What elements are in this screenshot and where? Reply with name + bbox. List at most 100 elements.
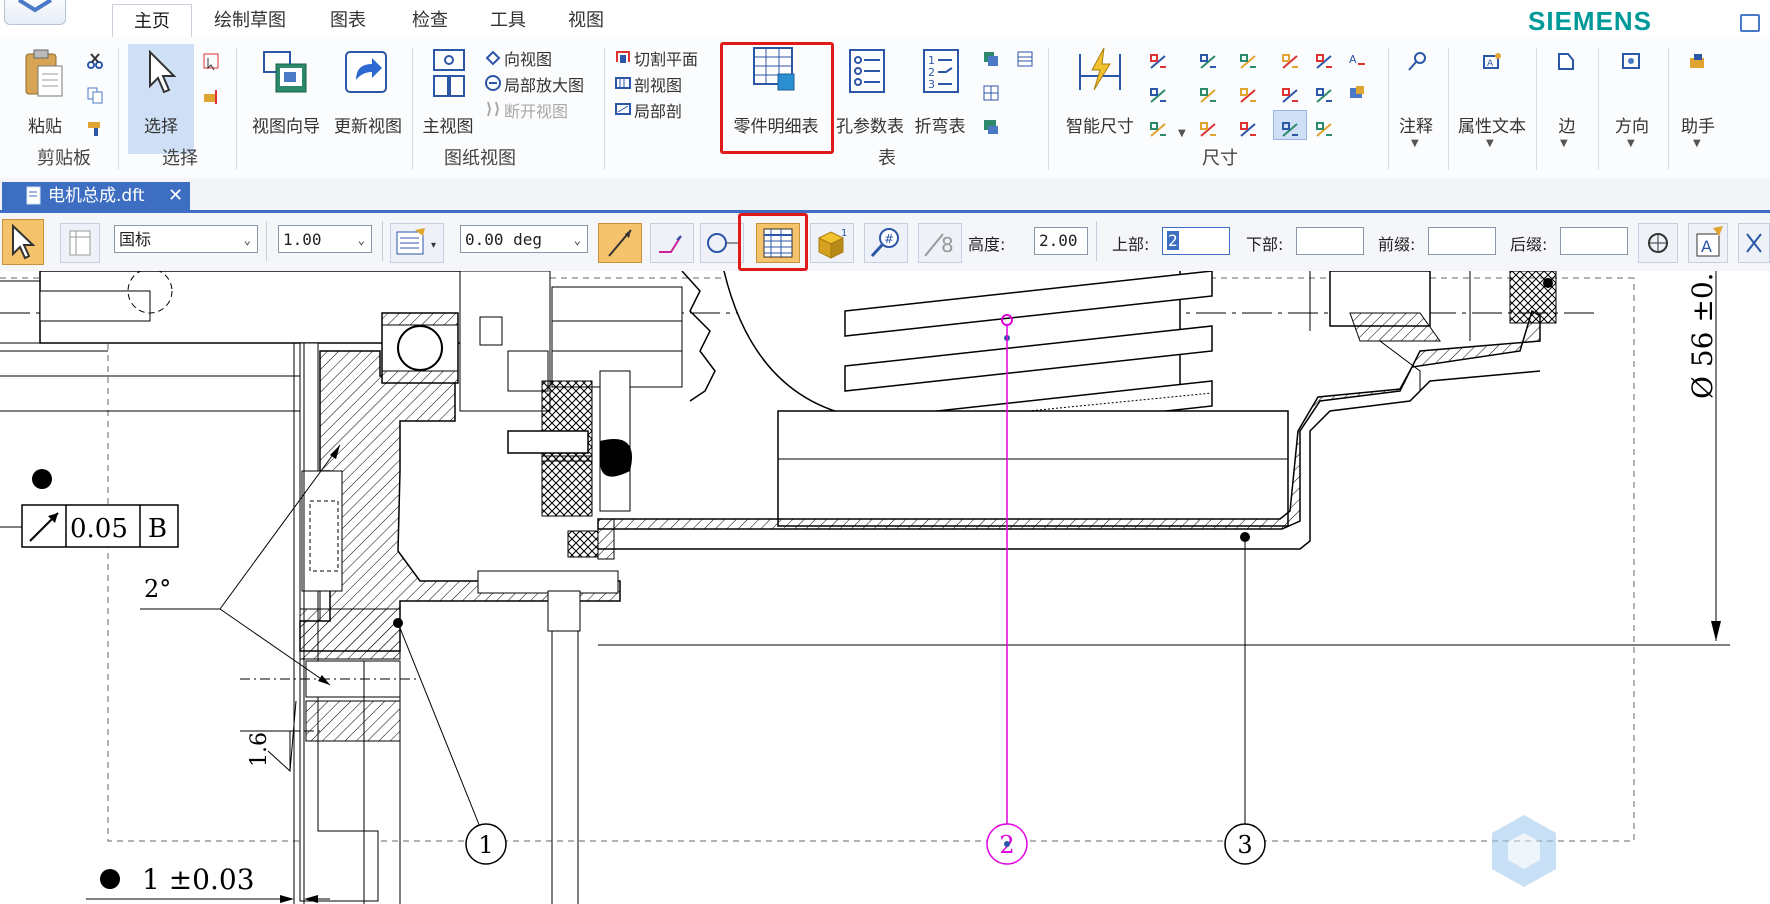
assistant-icon[interactable] (1686, 50, 1710, 78)
orientation-icon[interactable] (1620, 50, 1644, 78)
leader-button[interactable] (598, 223, 642, 263)
edge-button[interactable]: 边 (1552, 112, 1582, 137)
view-wizard-icon[interactable] (262, 50, 310, 100)
item-count-button[interactable]: 1 (810, 223, 854, 263)
close-tab-icon[interactable]: ✕ (168, 182, 183, 210)
dimension-tool-icon-6[interactable] (1148, 86, 1168, 110)
property-text-button[interactable]: 属性文本 (1454, 112, 1530, 137)
dimension-tool-icon-9[interactable] (1280, 86, 1300, 110)
copy-icon[interactable] (86, 86, 104, 108)
style-button[interactable] (60, 223, 100, 263)
principal-view-icon[interactable] (430, 48, 468, 104)
dimension-tool-icon-11[interactable] (1148, 120, 1168, 144)
dimension-tool-icon-12[interactable] (1198, 120, 1218, 144)
dimension-tool-icon-3[interactable] (1238, 52, 1258, 76)
dim-style-icon-1[interactable]: A (1348, 50, 1366, 72)
smart-dimension-icon[interactable] (1076, 46, 1124, 100)
symbol-button[interactable] (1638, 223, 1678, 263)
view-wizard-button[interactable]: 视图向导 (248, 112, 324, 137)
tab-home[interactable]: 主页 (112, 4, 192, 37)
ribbon: 粘贴 剪贴板 选择 选择 视图向导 更新视图 主视图 向视图 局部放大图 断开视… (0, 38, 1770, 179)
dimension-tool-icon-14[interactable] (1280, 120, 1300, 144)
principal-view-button[interactable]: 主视图 (418, 112, 478, 137)
cutting-plane-button[interactable]: 切割平面 (634, 46, 698, 70)
detail-view-button[interactable]: 局部放大图 (504, 72, 584, 96)
paste-button[interactable]: 粘贴 (22, 112, 68, 137)
lower-input[interactable] (1296, 227, 1364, 255)
assistant-dropdown-icon[interactable]: ▼ (1693, 138, 1701, 149)
application-button[interactable] (4, 0, 66, 25)
dimension-tool-icon-1[interactable] (1148, 52, 1168, 76)
prefix-input[interactable] (1428, 227, 1496, 255)
property-text-dropdown-icon[interactable]: ▼ (1486, 138, 1494, 149)
orientation-dropdown-icon[interactable]: ▼ (1627, 138, 1635, 149)
scale-dropdown[interactable]: 1.00 ⌄ (278, 225, 372, 253)
text-format-button[interactable]: A (1688, 223, 1728, 263)
cut-icon[interactable] (86, 52, 104, 74)
table-small-icon-3[interactable] (982, 84, 1000, 106)
surface-roughness-value: 1.6 (247, 732, 272, 767)
drawing-sheet[interactable]: Ø 56 ±0. 0.05 B 2° 1.6 1 ±0.03 1 3 (0, 271, 1770, 904)
dimension-tool-icon-2[interactable] (1198, 52, 1218, 76)
tab-sketch[interactable]: 绘制草图 (206, 4, 294, 36)
orientation-button[interactable]: 方向 (1610, 112, 1654, 137)
property-text-icon[interactable]: A (1480, 50, 1504, 78)
dim-style-icon-2[interactable] (1348, 84, 1366, 106)
angle-dropdown[interactable]: 0.00 deg ⌄ (460, 225, 588, 253)
table-small-icon-1[interactable] (982, 50, 1000, 72)
auxiliary-view-button[interactable]: 向视图 (504, 46, 552, 70)
hole-table-icon[interactable] (848, 48, 886, 98)
assistant-button[interactable]: 助手 (1676, 112, 1720, 137)
dimension-dropdown-icon[interactable]: ▼ (1178, 128, 1186, 139)
section-view-icon[interactable] (614, 74, 632, 96)
select-arrow-icon[interactable] (146, 49, 177, 100)
select-tool-icon-1[interactable] (202, 52, 222, 76)
annotation-button[interactable]: 注释 (1394, 112, 1438, 137)
document-tab[interactable]: 电机总成.dft ✕ (2, 182, 190, 210)
dimension-tool-icon-10[interactable] (1314, 86, 1334, 110)
upper-input[interactable]: 2 (1162, 227, 1230, 255)
smart-dimension-button[interactable]: 智能尺寸 (1062, 112, 1138, 137)
edge-icon[interactable] (1554, 50, 1578, 78)
dimension-tool-icon-15[interactable] (1314, 120, 1334, 144)
zoom-find-button[interactable]: # (864, 223, 908, 263)
height-input[interactable]: 2.00 (1034, 227, 1088, 255)
select-tool-icon-2[interactable] (202, 86, 222, 110)
annotation-icon[interactable] (1406, 50, 1430, 78)
update-views-button[interactable]: 更新视图 (328, 112, 408, 137)
dimension-tool-icon-8[interactable] (1238, 86, 1258, 110)
tab-inspect[interactable]: 检查 (400, 4, 460, 36)
table-small-icon-2[interactable] (1016, 50, 1034, 72)
dimension-tool-icon-13[interactable] (1238, 120, 1258, 144)
dimension-tool-icon-4[interactable] (1280, 52, 1300, 76)
minimize-ribbon-icon[interactable] (1740, 14, 1760, 32)
select-tool-button[interactable] (2, 219, 44, 265)
suffix-input[interactable] (1560, 227, 1628, 255)
break-line-button[interactable] (650, 223, 694, 263)
annotation-dropdown-icon[interactable]: ▼ (1411, 138, 1419, 149)
renumber-button[interactable]: 8 (918, 223, 962, 263)
tab-tools[interactable]: 工具 (478, 4, 538, 36)
tab-view[interactable]: 视图 (556, 4, 616, 36)
bend-table-button[interactable]: 折弯表 (910, 112, 970, 137)
select-button[interactable]: 选择 (128, 112, 194, 137)
format-painter-icon[interactable] (86, 120, 104, 142)
paste-icon[interactable] (22, 48, 66, 104)
dimension-tool-icon-7[interactable] (1198, 86, 1218, 110)
broken-out-section-button[interactable]: 局部剖 (634, 98, 682, 122)
update-views-icon[interactable] (344, 50, 388, 98)
more-options-button[interactable] (1738, 223, 1770, 263)
broken-out-section-icon[interactable] (614, 100, 632, 122)
section-view-button[interactable]: 剖视图 (634, 72, 682, 96)
detail-view-icon[interactable] (484, 74, 502, 96)
standard-dropdown[interactable]: 国标 ⌄ (114, 225, 258, 253)
bend-table-icon[interactable]: 123 (922, 48, 960, 98)
hole-table-button[interactable]: 孔参数表 (830, 112, 910, 137)
table-small-icon-4[interactable] (982, 118, 1000, 140)
cutting-plane-icon[interactable] (614, 48, 632, 70)
properties-button[interactable]: ▾ (390, 223, 444, 263)
edge-dropdown-icon[interactable]: ▼ (1560, 138, 1568, 149)
tab-diagram[interactable]: 图表 (318, 4, 378, 36)
dimension-tool-icon-5[interactable] (1314, 52, 1334, 76)
auxiliary-view-icon[interactable] (484, 48, 502, 70)
